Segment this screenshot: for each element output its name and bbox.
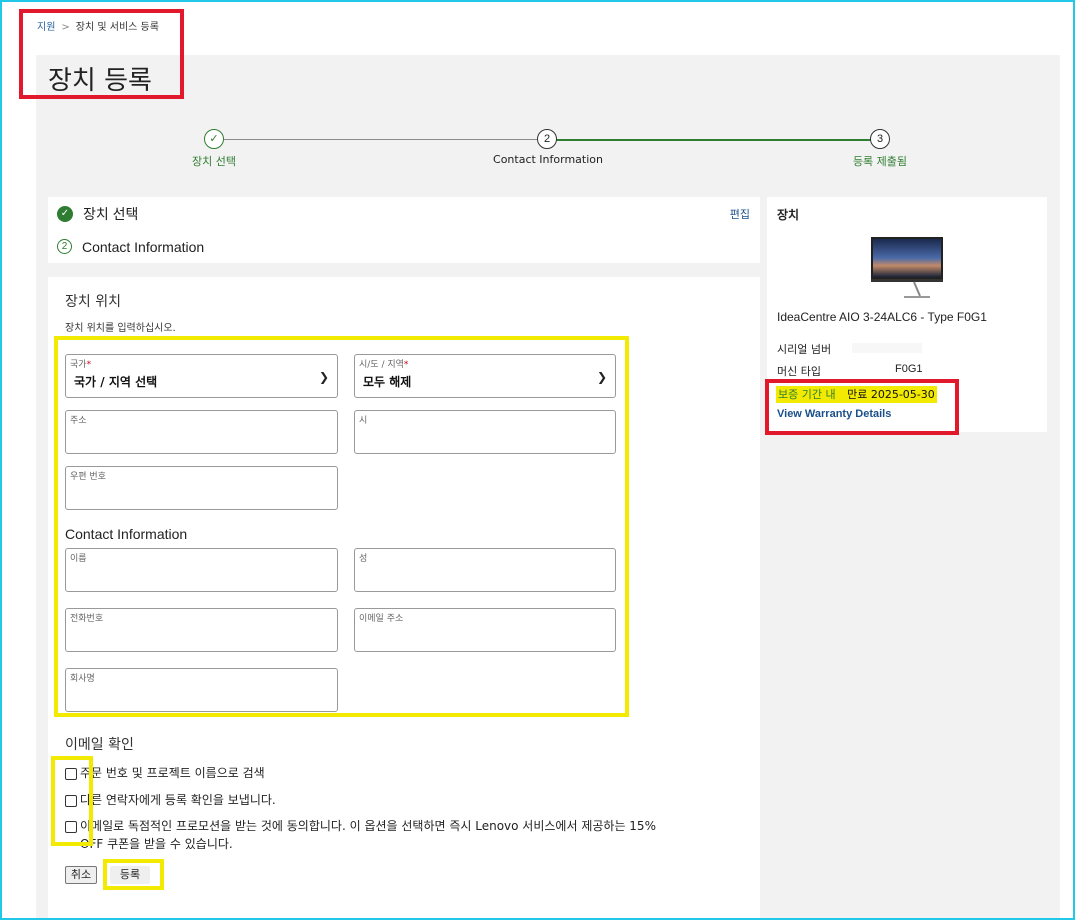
step-number-icon: 2 bbox=[57, 239, 72, 254]
product-name: IdeaCentre AIO 3-24ALC6 - Type F0G1 bbox=[777, 310, 987, 324]
section-contact: 2 Contact Information bbox=[48, 230, 760, 263]
stepper-line-done bbox=[224, 139, 538, 140]
section-device-select: ✓ 장치 선택 편집 bbox=[48, 197, 760, 230]
required-marker: * bbox=[86, 360, 92, 370]
step-3-circle: 3 bbox=[870, 129, 890, 149]
country-select[interactable]: 국가* 국가 / 지역 선택 ❯ bbox=[65, 354, 338, 398]
step-1-check-icon: ✓ bbox=[204, 129, 224, 149]
chevron-down-icon: ❯ bbox=[318, 370, 329, 384]
stepper-line-active bbox=[556, 139, 872, 141]
first-name-label: 이름 bbox=[70, 554, 87, 564]
postal-code-label: 우편 번호 bbox=[70, 472, 106, 482]
breadcrumb-separator: > bbox=[61, 22, 70, 33]
serial-value-redacted bbox=[852, 343, 922, 353]
checkbox-send-confirmation[interactable] bbox=[65, 795, 77, 807]
checkbox-promotions-label: 이메일로 독점적인 프로모션을 받는 것에 동의합니다. 이 옵션을 선택하면 … bbox=[80, 819, 656, 833]
country-label: 국가 bbox=[70, 360, 87, 370]
device-heading: 장치 bbox=[777, 208, 800, 222]
email-label: 이메일 주소 bbox=[359, 614, 404, 624]
address-label: 주소 bbox=[70, 416, 87, 426]
email-confirm-heading: 이메일 확인 bbox=[65, 737, 134, 753]
location-instruction: 장치 위치를 입력하십시오. bbox=[65, 323, 176, 334]
phone-label: 전화번호 bbox=[70, 614, 104, 624]
company-field[interactable]: 회사명 bbox=[65, 668, 338, 712]
first-name-field[interactable]: 이름 bbox=[65, 548, 338, 592]
breadcrumb: 지원 > 장치 및 서비스 등록 bbox=[37, 18, 159, 33]
phone-field[interactable]: 전화번호 bbox=[65, 608, 338, 652]
section-device-select-title: 장치 선택 bbox=[83, 205, 139, 222]
company-label: 회사명 bbox=[70, 674, 95, 684]
checkmark-icon: ✓ bbox=[57, 205, 73, 222]
submit-button[interactable]: 등록 bbox=[110, 866, 150, 884]
location-heading: 장치 위치 bbox=[65, 294, 121, 310]
last-name-label: 성 bbox=[359, 554, 368, 564]
step-3-label: 등록 제출됨 bbox=[852, 155, 908, 168]
edit-link[interactable]: 편집 bbox=[730, 206, 750, 222]
checkbox-search-order-label: 주문 번호 및 프로젝트 이름으로 검색 bbox=[80, 766, 265, 780]
warranty-status-text: 보증 기간 내 bbox=[778, 388, 836, 401]
chevron-down-icon: ❯ bbox=[596, 370, 607, 384]
machine-type-label: 머신 타입 bbox=[777, 365, 821, 378]
warranty-details-link[interactable]: View Warranty Details bbox=[777, 408, 891, 420]
warranty-expiry-text: 만료 2025-05-30 bbox=[847, 388, 935, 401]
postal-code-field[interactable]: 우편 번호 bbox=[65, 466, 338, 510]
section-contact-title: Contact Information bbox=[82, 238, 205, 255]
warranty-status: 보증 기간 내 만료 2025-05-30 bbox=[776, 386, 937, 403]
address-field[interactable]: 주소 bbox=[65, 410, 338, 454]
required-marker: * bbox=[403, 360, 409, 370]
city-field[interactable]: 시 bbox=[354, 410, 616, 454]
machine-type-value: F0G1 bbox=[895, 363, 923, 375]
checkbox-send-confirmation-label: 다른 연락자에게 등록 확인을 보냅니다. bbox=[80, 793, 276, 807]
state-label: 시/도 / 지역 bbox=[359, 360, 404, 370]
page-title: 장치 등록 bbox=[48, 66, 152, 96]
state-value: 모두 해제 bbox=[363, 375, 412, 389]
checkbox-promotions-label-line2: OFF 쿠폰을 받을 수 있습니다. bbox=[80, 837, 233, 851]
step-1-label: 장치 선택 bbox=[192, 155, 236, 168]
device-image bbox=[870, 236, 944, 300]
cancel-button[interactable]: 취소 bbox=[65, 866, 97, 884]
checkbox-search-order[interactable] bbox=[65, 768, 77, 780]
last-name-field[interactable]: 성 bbox=[354, 548, 616, 592]
contact-info-heading: Contact Information bbox=[65, 526, 188, 542]
serial-label: 시리얼 넘버 bbox=[777, 343, 832, 356]
step-2-circle: 2 bbox=[537, 129, 557, 149]
country-value: 국가 / 지역 선택 bbox=[74, 375, 158, 389]
breadcrumb-home-link[interactable]: 지원 bbox=[37, 22, 55, 33]
city-label: 시 bbox=[359, 416, 368, 426]
step-2-label: Contact Information bbox=[493, 153, 603, 166]
checkbox-promotions[interactable] bbox=[65, 821, 77, 833]
state-select[interactable]: 시/도 / 지역* 모두 해제 ❯ bbox=[354, 354, 616, 398]
email-field[interactable]: 이메일 주소 bbox=[354, 608, 616, 652]
breadcrumb-current: 장치 및 서비스 등록 bbox=[75, 22, 159, 33]
